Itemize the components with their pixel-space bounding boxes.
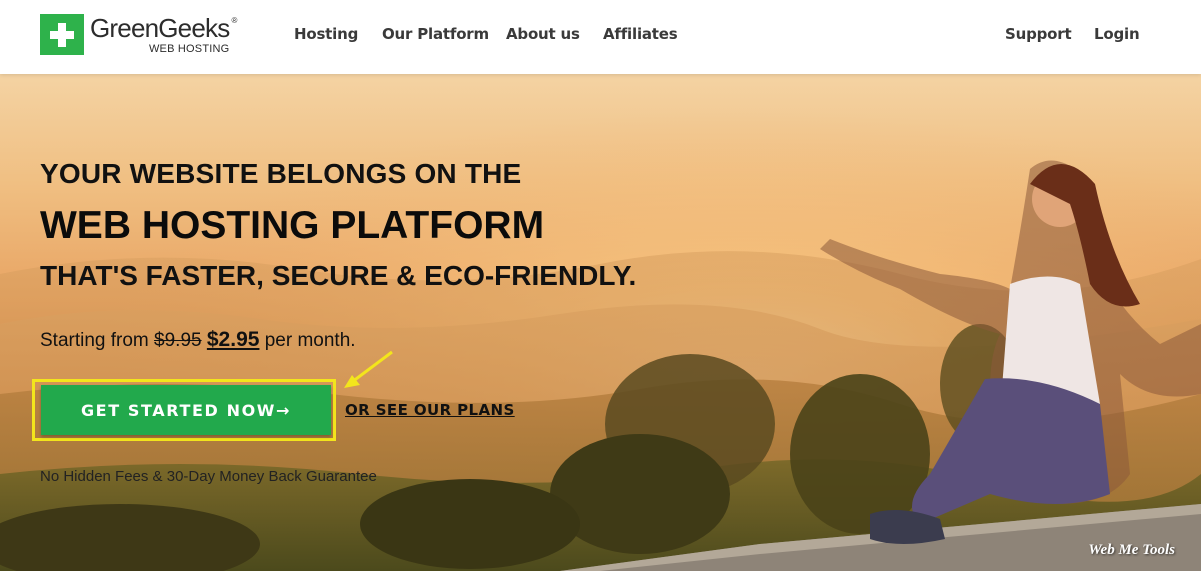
guarantee-text: No Hidden Fees & 30-Day Money Back Guara… [40, 468, 377, 485]
hero-headline-main: WEB HOSTING PLATFORM [40, 204, 545, 247]
hero-headline-line1: YOUR WEBSITE BELONGS ON THE [40, 158, 522, 189]
yellow-arrow-icon [344, 350, 393, 388]
nav-about-us[interactable]: About us [506, 25, 580, 43]
nav-login[interactable]: Login [1094, 25, 1140, 43]
price-line: Starting from $9.95 $2.95 per month. [40, 328, 356, 352]
see-our-plans-link[interactable]: OR SEE OUR PLANS [345, 401, 515, 419]
price-prefix: Starting from [40, 330, 149, 351]
logo-subtitle: WEB HOSTING [148, 43, 230, 55]
get-started-label: GET STARTED NOW [80, 400, 277, 420]
registered-mark: ® [231, 16, 238, 25]
top-navigation-bar: GreenGeeks ® WEB HOSTING Hosting Our Pla… [0, 0, 1201, 74]
nav-hosting[interactable]: Hosting [294, 25, 358, 43]
hero-section: YOUR WEBSITE BELONGS ON THE WEB HOSTING … [0, 74, 1201, 571]
logo-name: GreenGeeks [90, 13, 230, 43]
nav-affiliates[interactable]: Affiliates [603, 25, 678, 43]
plus-icon [40, 14, 84, 55]
nav-support[interactable]: Support [1005, 25, 1072, 43]
hero-headline-line3: THAT'S FASTER, SECURE & ECO-FRIENDLY. [40, 260, 637, 291]
arrow-right-icon: → [276, 400, 292, 420]
watermark: Web Me Tools [1088, 542, 1175, 558]
nav-our-platform[interactable]: Our Platform [382, 25, 489, 43]
hero-background-image [0, 74, 1201, 571]
new-price: $2.95 [206, 328, 260, 351]
greengeeks-logo[interactable]: GreenGeeks ® WEB HOSTING [40, 13, 237, 55]
get-started-button[interactable]: GET STARTED NOW → [41, 385, 331, 435]
logo-text: GreenGeeks ® WEB HOSTING [90, 13, 237, 55]
old-price: $9.95 [154, 330, 202, 351]
